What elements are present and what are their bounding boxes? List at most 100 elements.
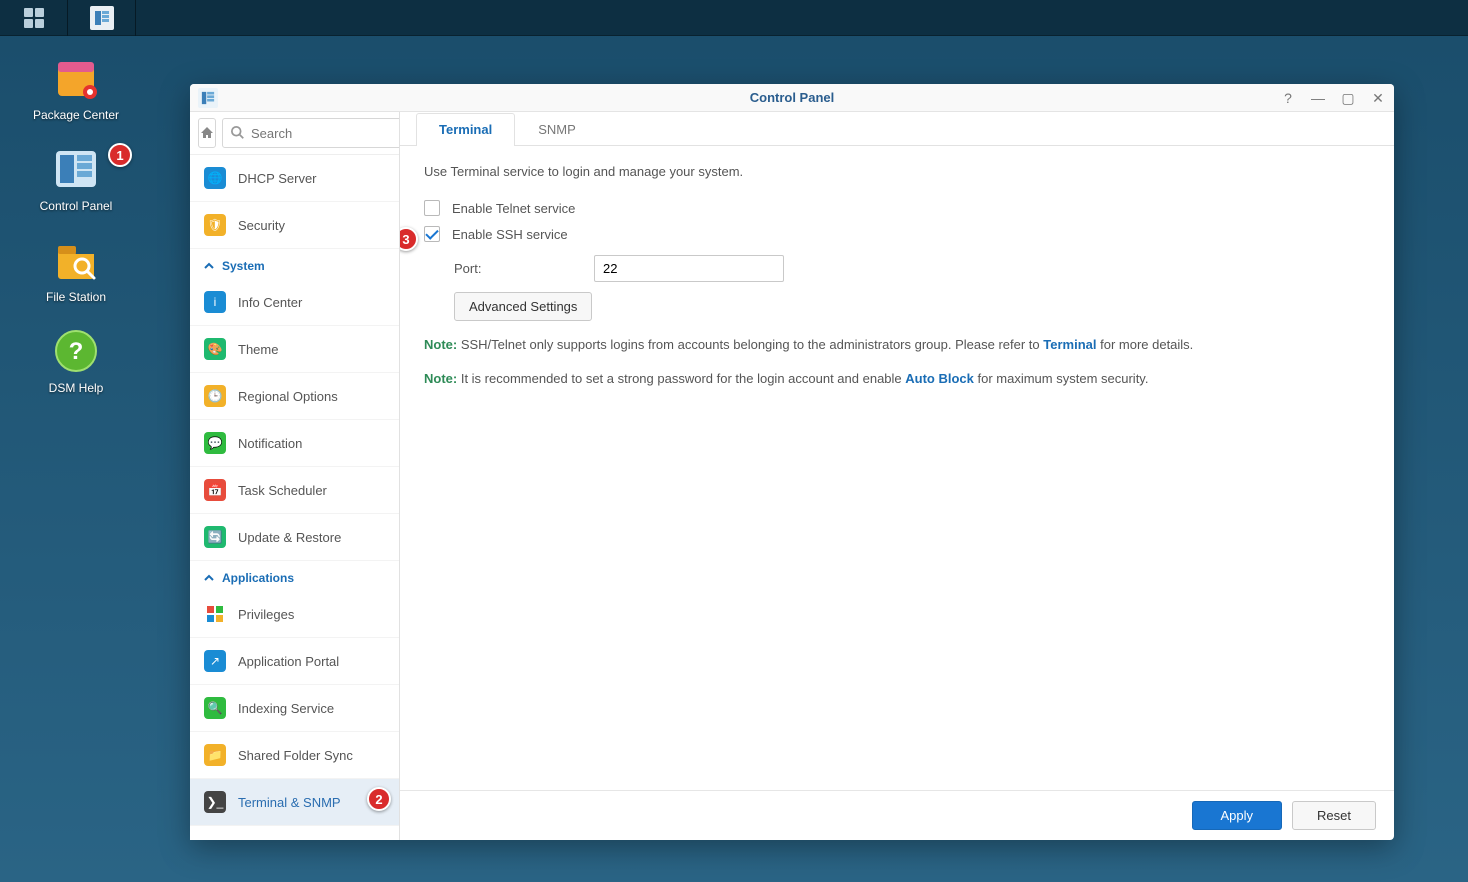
desktop-icon-file-station[interactable]: File Station (26, 236, 126, 305)
desktop-icon-dsm-help[interactable]: ? DSM Help (26, 327, 126, 396)
content-pane: Terminal SNMP Use Terminal service to lo… (400, 112, 1394, 840)
taskbar (0, 0, 1468, 36)
tab-terminal[interactable]: Terminal (416, 113, 515, 146)
sidebar-item-label: Notification (238, 436, 302, 451)
note-2: Note: It is recommended to set a strong … (424, 369, 1370, 389)
tab-label: Terminal (439, 122, 492, 137)
sidebar-item-label: Privileges (238, 607, 294, 622)
search-icon: 🔍 (204, 697, 226, 719)
titlebar[interactable]: Control Panel ? — ▢ ✕ (190, 84, 1394, 112)
note-label: Note: (424, 371, 457, 386)
sidebar-item-label: Terminal & SNMP (238, 795, 341, 810)
desktop-icon-label: File Station (46, 290, 106, 305)
sidebar-item-appportal[interactable]: ↗ Application Portal (190, 638, 399, 685)
tabs: Terminal SNMP (400, 112, 1394, 146)
sidebar-item-privileges[interactable]: Privileges (190, 591, 399, 638)
sidebar-group-applications[interactable]: Applications (190, 561, 399, 591)
search-field[interactable] (222, 118, 400, 148)
minimize-icon[interactable]: — (1310, 90, 1326, 106)
taskbar-app-controlpanel[interactable] (68, 0, 136, 36)
desktop-icon-label: Control Panel (40, 199, 113, 214)
folder-sync-icon: 📁 (204, 744, 226, 766)
ssh-checkbox[interactable] (424, 226, 440, 242)
chevron-up-icon (204, 261, 214, 271)
portal-icon: ↗ (204, 650, 226, 672)
sidebar-item-label: Info Center (238, 295, 302, 310)
annotation-badge-2: 2 (367, 787, 391, 811)
desktop: Package Center Control Panel 1 File Stat… (26, 54, 126, 396)
sidebar-item-label: Indexing Service (238, 701, 334, 716)
sidebar-item-update[interactable]: 🔄 Update & Restore (190, 514, 399, 561)
sidebar-group-system[interactable]: System (190, 249, 399, 279)
ssh-label: Enable SSH service (452, 227, 568, 242)
desktop-icon-label: DSM Help (49, 381, 104, 396)
footer: Apply Reset (400, 790, 1394, 840)
desktop-icon-package-center[interactable]: Package Center (26, 54, 126, 123)
note-text: for maximum system security. (974, 371, 1149, 386)
telnet-checkbox[interactable] (424, 200, 440, 216)
taskbar-main-menu[interactable] (0, 0, 68, 36)
home-icon (199, 125, 215, 141)
sidebar-item-taskscheduler[interactable]: 📅 Task Scheduler (190, 467, 399, 514)
sidebar-item-label: Update & Restore (238, 530, 341, 545)
telnet-row: Enable Telnet service (424, 195, 1370, 221)
controlpanel-icon (52, 145, 100, 193)
sidebar-item-theme[interactable]: 🎨 Theme (190, 326, 399, 373)
filestation-icon (52, 236, 100, 284)
controlpanel-icon (198, 88, 218, 108)
chevron-up-icon (204, 573, 214, 583)
search-icon (231, 126, 245, 140)
note-text: SSH/Telnet only supports logins from acc… (457, 337, 1043, 352)
sidebar-group-label: Applications (222, 571, 294, 585)
controlpanel-icon (90, 6, 114, 30)
chat-icon: 💬 (204, 432, 226, 454)
button-label: Reset (1317, 808, 1351, 823)
sidebar-item-label: Theme (238, 342, 278, 357)
sidebar-item-label: Security (238, 218, 285, 233)
sidebar-item-indexing[interactable]: 🔍 Indexing Service (190, 685, 399, 732)
autoblock-link[interactable]: Auto Block (905, 371, 974, 386)
sidebar-item-notification[interactable]: 💬 Notification (190, 420, 399, 467)
port-label: Port: (454, 261, 584, 276)
desktop-icon-label: Package Center (33, 108, 119, 123)
note-1: Note: SSH/Telnet only supports logins fr… (424, 335, 1370, 355)
help-icon: ? (52, 327, 100, 375)
telnet-label: Enable Telnet service (452, 201, 575, 216)
sidebar-item-sharedsync[interactable]: 📁 Shared Folder Sync (190, 732, 399, 779)
advanced-settings-button[interactable]: Advanced Settings (454, 292, 592, 321)
apply-button[interactable]: Apply (1192, 801, 1283, 830)
search-input[interactable] (251, 126, 400, 141)
terminal-link[interactable]: Terminal (1043, 337, 1096, 352)
sidebar-item-terminal-snmp[interactable]: ❯_ Terminal & SNMP 2 (190, 779, 399, 826)
window-controls: ? — ▢ ✕ (1280, 90, 1386, 106)
calendar-icon: 📅 (204, 479, 226, 501)
grid-icon (24, 8, 44, 28)
note-text: for more details. (1096, 337, 1193, 352)
ssh-row: Enable SSH service 3 (424, 221, 1370, 247)
tab-label: SNMP (538, 122, 576, 137)
package-icon (52, 54, 100, 102)
palette-icon: 🎨 (204, 338, 226, 360)
sidebar-item-dhcp[interactable]: 🌐 DHCP Server (190, 155, 399, 202)
svg-text:?: ? (69, 338, 84, 365)
refresh-icon: 🔄 (204, 526, 226, 548)
sidebar: 🌐 DHCP Server 🛡 Security System i Info C… (190, 112, 400, 840)
tab-snmp[interactable]: SNMP (515, 113, 599, 146)
sidebar-item-regional[interactable]: 🕒 Regional Options (190, 373, 399, 420)
home-button[interactable] (198, 118, 216, 148)
maximize-icon[interactable]: ▢ (1340, 90, 1356, 106)
help-icon[interactable]: ? (1280, 90, 1296, 106)
sidebar-group-label: System (222, 259, 265, 273)
desktop-icon-control-panel[interactable]: Control Panel 1 (26, 145, 126, 214)
sidebar-item-security[interactable]: 🛡 Security (190, 202, 399, 249)
button-label: Advanced Settings (469, 299, 577, 314)
sidebar-item-info[interactable]: i Info Center (190, 279, 399, 326)
sidebar-item-label: Regional Options (238, 389, 338, 404)
close-icon[interactable]: ✕ (1370, 90, 1386, 106)
port-input[interactable] (594, 255, 784, 282)
button-label: Apply (1221, 808, 1254, 823)
window-title: Control Panel (190, 90, 1394, 105)
clock-icon: 🕒 (204, 385, 226, 407)
annotation-badge-3: 3 (400, 227, 418, 251)
reset-button[interactable]: Reset (1292, 801, 1376, 830)
